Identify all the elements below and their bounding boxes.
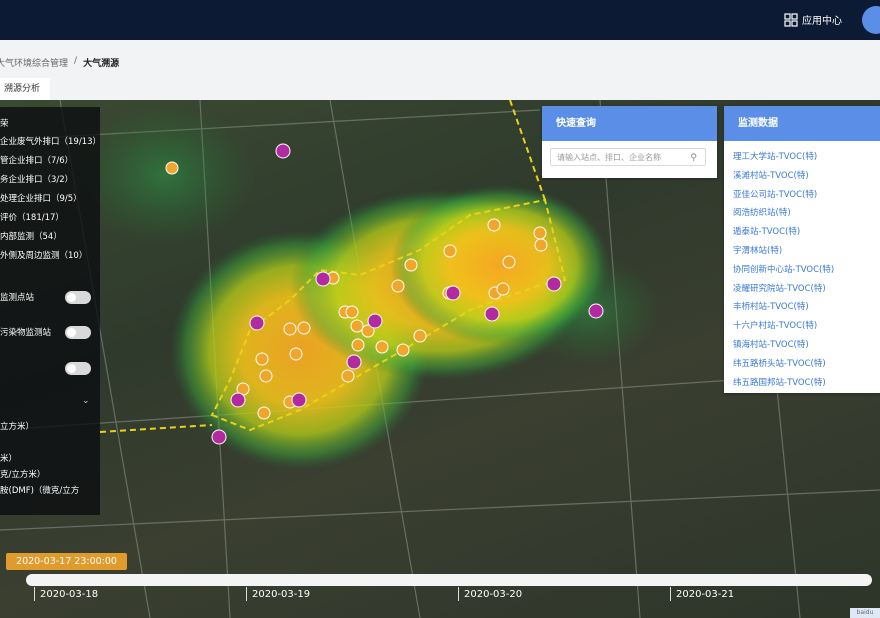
monitor-list-item[interactable]: 十六户村站-TVOC(特) [733,319,834,338]
app-center-label: 应用中心 [802,16,842,27]
monitor-list-item[interactable]: 理工大学站-TVOC(特) [733,150,834,169]
timeline-tick [34,587,35,601]
layer-item[interactable]: 内部监测（54） [0,230,62,242]
timeline-current-time: 2020-03-17 23:00:00 [6,553,127,570]
layer-item[interactable]: 企业废气外排口（19/13） [0,135,101,147]
chevron-down-icon[interactable]: ⌄ [82,396,90,406]
monitor-list-item[interactable]: 阅浩纺织站(特) [733,206,834,225]
timeline-date-label[interactable]: 2020-03-19 [252,589,310,600]
timeline-date-label[interactable]: 2020-03-18 [40,589,98,600]
quick-query-title: 快速查询 [542,106,717,141]
monitor-list-item[interactable]: 纬五路国邦站-TVOC(特) [733,376,834,395]
timeline-tick [670,587,671,601]
quick-query-panel: 快速查询 请输入站点、排口、企业名称 ⚲ [542,106,717,178]
layer-item[interactable]: 外侧及周边监测（10） [0,249,87,261]
top-bar: 应用中心 [0,0,880,40]
unit-option[interactable]: 米） [0,452,17,464]
breadcrumb-separator: / [74,56,78,66]
breadcrumb-parent[interactable]: 大气环境综合管理 [0,56,68,69]
monitor-list-item[interactable]: 溪滩村站-TVOC(特) [733,169,834,188]
layer-item[interactable]: 管企业排口（7/6） [0,154,73,166]
toggle-third[interactable] [65,362,91,375]
unit-option[interactable]: 胺(DMF)（微克/立方 [0,484,79,496]
toggle-label-monitor-station: 监测点站 [0,293,35,303]
app-center-button[interactable]: 应用中心 [784,12,842,27]
breadcrumb-current: 大气溯源 [83,59,120,69]
layer-panel: 荣 企业废气外排口（19/13） 管企业排口（7/6） 务企业排口（3/2） 处… [0,107,101,515]
monitor-list-item[interactable]: 纬五路桥头站-TVOC(特) [733,357,834,376]
map-attribution: baidu [850,608,880,618]
grid-icon [784,12,798,27]
layer-item[interactable]: 处理企业排口（9/5） [0,192,82,204]
search-icon[interactable]: ⚲ [690,149,697,167]
toggle-pollutant-station[interactable] [65,326,91,339]
toggle-monitor-station[interactable] [65,291,91,304]
monitor-data-title: 监测数据 [724,106,880,141]
timeline-date-label[interactable]: 2020-03-21 [676,589,734,600]
boundary-extension [509,100,546,201]
monitor-list-item[interactable]: 协同创新中心站-TVOC(特) [733,263,834,282]
monitor-list-item[interactable]: 凌耀研究院站-TVOC(特) [733,282,834,301]
timeline-date-label[interactable]: 2020-03-20 [464,589,522,600]
monitor-list-item[interactable]: 镇海村站-TVOC(特) [733,338,834,357]
monitor-list: 理工大学站-TVOC(特) 溪滩村站-TVOC(特) 亚佳公司站-TVOC(特)… [733,150,834,394]
layer-group-title: 荣 [0,119,9,129]
timeline-tick [458,587,459,601]
monitor-list-item[interactable]: 丰桥村站-TVOC(特) [733,300,834,319]
search-placeholder: 请输入站点、排口、企业名称 [557,153,661,162]
layer-item[interactable]: 评价（181/17） [0,211,64,223]
breadcrumb: 大气环境综合管理 / 大气溯源 [0,56,119,69]
monitor-data-panel: 监测数据 理工大学站-TVOC(特) 溪滩村站-TVOC(特) 亚佳公司站-TV… [724,106,880,393]
timeline-track[interactable] [26,574,872,586]
toggle-label-pollutant-station: 污染物监测站 [0,328,52,338]
avatar[interactable] [862,6,880,34]
search-input[interactable]: 请输入站点、排口、企业名称 ⚲ [550,148,706,166]
breadcrumb-bar: 大气环境综合管理 / 大气溯源 [0,40,880,78]
tab-bar: 溯源分析 [0,78,880,100]
unit-option[interactable]: 克/立方米） [0,468,45,480]
monitor-list-item[interactable]: 宇渭林站(特) [733,244,834,263]
unit-label: 立方米） [0,422,35,432]
tab-trace-analysis[interactable]: 溯源分析 [0,78,51,100]
timeline-tick [246,587,247,601]
monitor-list-item[interactable]: 遁泰站-TVOC(特) [733,225,834,244]
monitor-list-item[interactable]: 亚佳公司站-TVOC(特) [733,188,834,207]
layer-item[interactable]: 务企业排口（3/2） [0,173,73,185]
